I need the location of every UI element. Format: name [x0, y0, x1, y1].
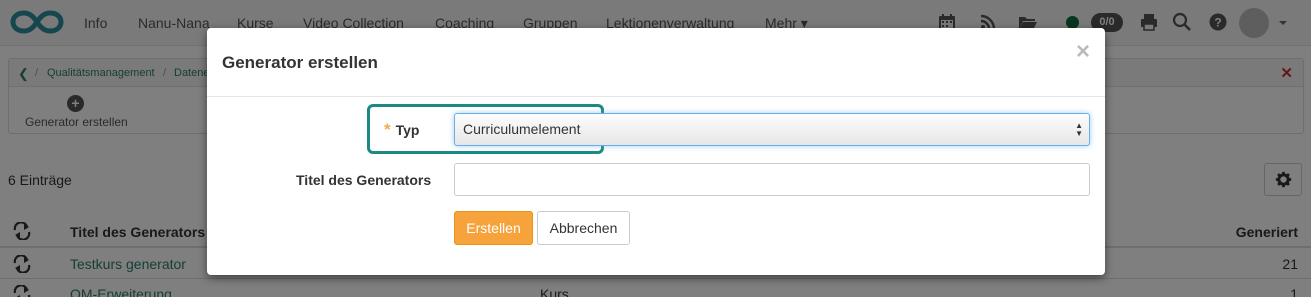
- type-select-value: Curriculumelement: [463, 121, 581, 137]
- required-star-icon: *: [384, 120, 391, 139]
- type-select[interactable]: Curriculumelement ▲ ▼: [454, 113, 1090, 146]
- generator-title-label: Titel des Generators: [296, 172, 432, 188]
- select-arrows-icon: ▲ ▼: [1075, 121, 1083, 138]
- create-generator-dialog: Generator erstellen × * Typ Curriculumele…: [207, 28, 1105, 275]
- generator-title-input[interactable]: [454, 163, 1090, 196]
- type-label: * Typ: [384, 120, 420, 139]
- create-button[interactable]: Erstellen: [454, 211, 533, 245]
- dialog-title: Generator erstellen: [222, 53, 378, 72]
- close-icon[interactable]: ×: [1076, 38, 1090, 66]
- cancel-button[interactable]: Abbrechen: [537, 211, 630, 245]
- dialog-header: Generator erstellen ×: [207, 28, 1105, 97]
